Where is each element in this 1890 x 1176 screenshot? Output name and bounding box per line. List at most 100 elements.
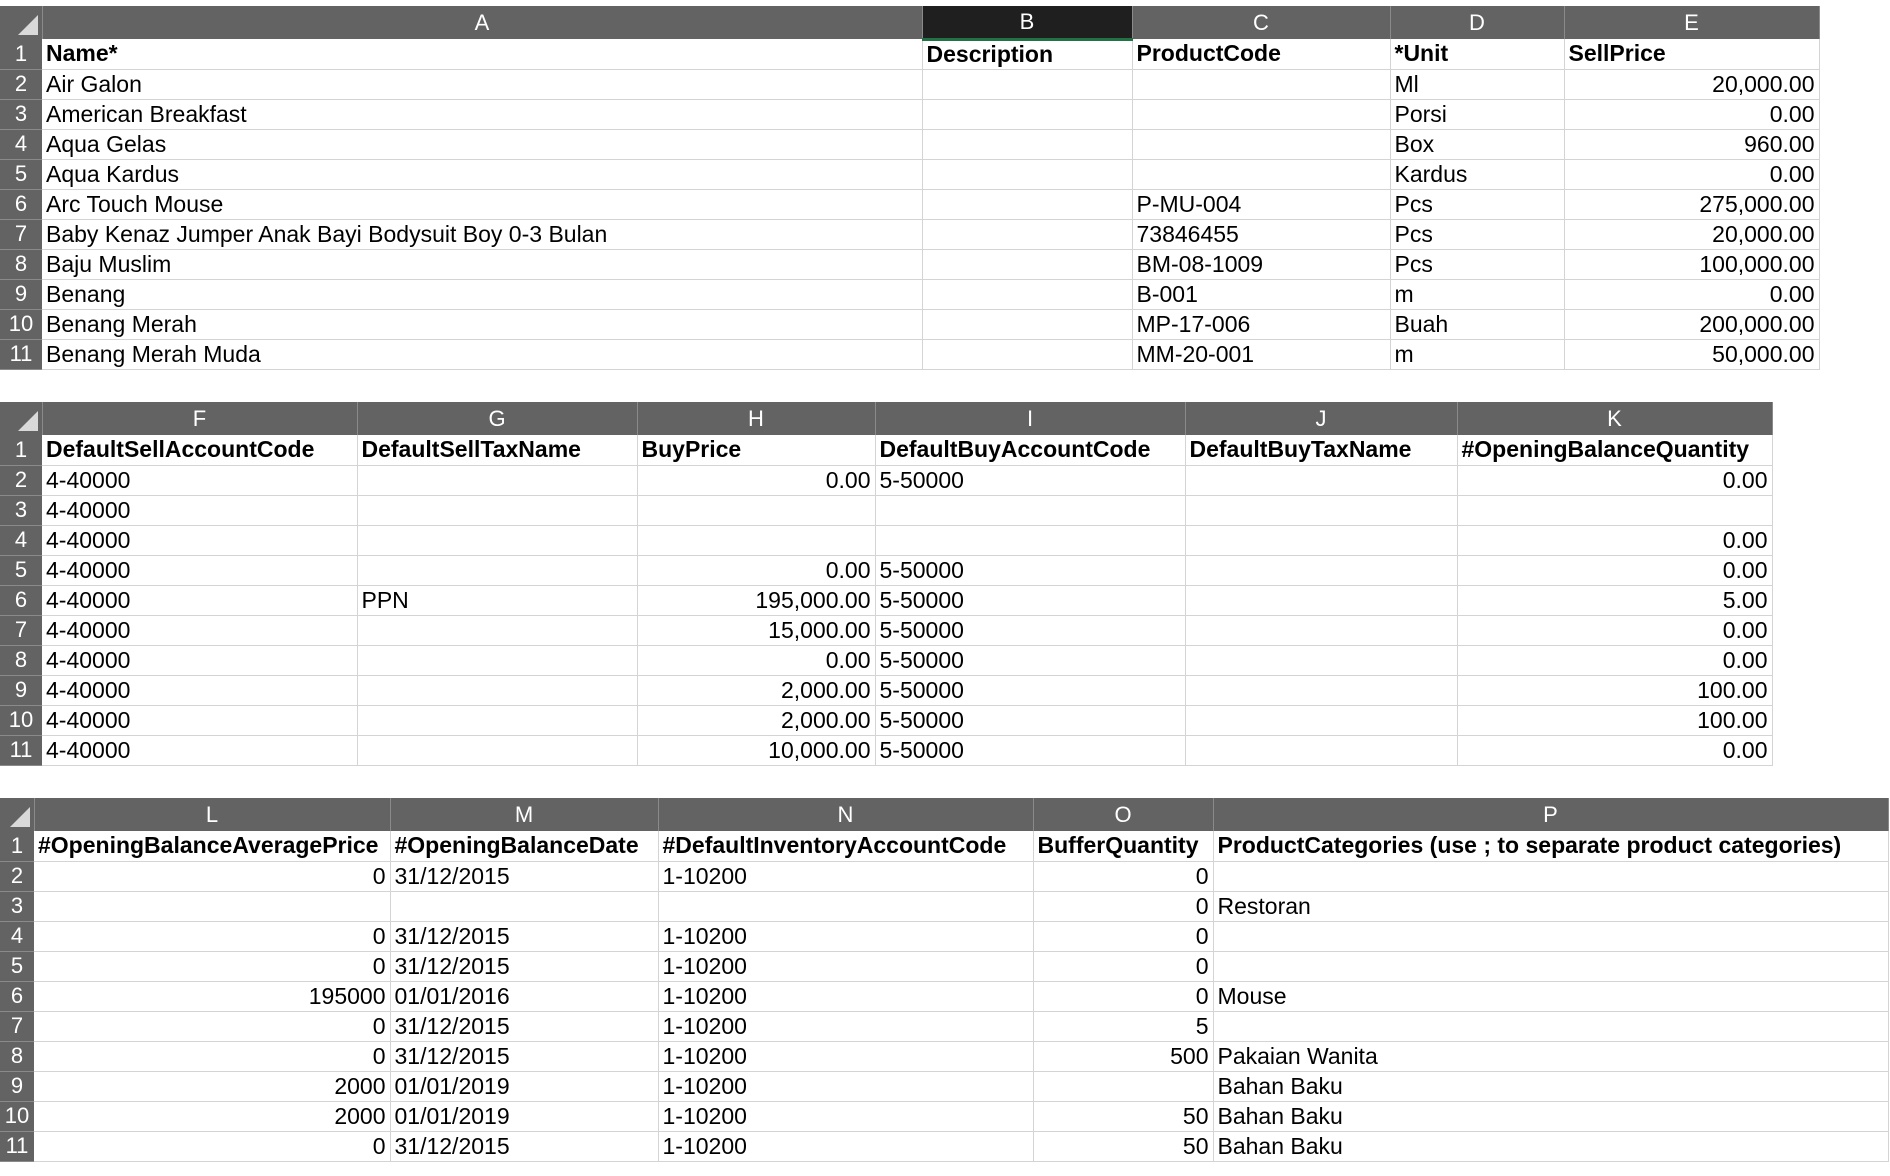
cell-b8[interactable] — [922, 249, 1133, 280]
row-header-4[interactable]: 4 — [0, 525, 42, 556]
row-header-1[interactable]: 1 — [0, 435, 42, 466]
row-header-4[interactable]: 4 — [0, 921, 34, 952]
cell-k8[interactable]: 0.00 — [1457, 645, 1773, 676]
cell-m2[interactable]: 31/12/2015 — [390, 861, 659, 892]
cell-o6[interactable]: 0 — [1033, 981, 1214, 1012]
cell-b10[interactable] — [922, 309, 1133, 340]
cell-j1[interactable]: DefaultBuyTaxName — [1185, 435, 1458, 466]
cell-n6[interactable]: 1-10200 — [658, 981, 1034, 1012]
cell-c4[interactable] — [1132, 129, 1391, 160]
cell-l5[interactable]: 0 — [34, 951, 391, 982]
cell-d9[interactable]: m — [1390, 279, 1565, 310]
cell-k6[interactable]: 5.00 — [1457, 585, 1773, 616]
cell-h9[interactable]: 2,000.00 — [637, 675, 876, 706]
column-header-g[interactable]: G — [357, 402, 638, 435]
cell-j10[interactable] — [1185, 705, 1458, 736]
cell-n5[interactable]: 1-10200 — [658, 951, 1034, 982]
column-header-m[interactable]: M — [390, 798, 659, 831]
row-header-9[interactable]: 9 — [0, 675, 42, 706]
cell-j4[interactable] — [1185, 525, 1458, 556]
row-header-4[interactable]: 4 — [0, 129, 42, 160]
cell-k7[interactable]: 0.00 — [1457, 615, 1773, 646]
cell-f10[interactable]: 4-40000 — [42, 705, 358, 736]
cell-g3[interactable] — [357, 495, 638, 526]
cell-k9[interactable]: 100.00 — [1457, 675, 1773, 706]
cell-f6[interactable]: 4-40000 — [42, 585, 358, 616]
cell-p4[interactable] — [1213, 921, 1889, 952]
cell-b11[interactable] — [922, 339, 1133, 370]
select-all-corner[interactable] — [0, 6, 43, 39]
cell-c2[interactable] — [1132, 69, 1391, 100]
cell-e11[interactable]: 50,000.00 — [1564, 339, 1820, 370]
cell-b4[interactable] — [922, 129, 1133, 160]
cell-d6[interactable]: Pcs — [1390, 189, 1565, 220]
row-header-9[interactable]: 9 — [0, 1071, 34, 1102]
cell-h6[interactable]: 195,000.00 — [637, 585, 876, 616]
cell-b9[interactable] — [922, 279, 1133, 310]
cell-o11[interactable]: 50 — [1033, 1131, 1214, 1162]
cell-m3[interactable] — [390, 891, 659, 922]
cell-d7[interactable]: Pcs — [1390, 219, 1565, 250]
cell-e2[interactable]: 20,000.00 — [1564, 69, 1820, 100]
cell-p1[interactable]: ProductCategories (use ; to separate pro… — [1213, 831, 1889, 862]
cell-o10[interactable]: 50 — [1033, 1101, 1214, 1132]
cell-b5[interactable] — [922, 159, 1133, 190]
cell-p8[interactable]: Pakaian Wanita — [1213, 1041, 1889, 1072]
cell-h10[interactable]: 2,000.00 — [637, 705, 876, 736]
cell-k4[interactable]: 0.00 — [1457, 525, 1773, 556]
cell-a10[interactable]: Benang Merah — [42, 309, 923, 340]
column-header-n[interactable]: N — [658, 798, 1034, 831]
column-header-e[interactable]: E — [1564, 6, 1820, 39]
cell-g8[interactable] — [357, 645, 638, 676]
cell-b6[interactable] — [922, 189, 1133, 220]
cell-c8[interactable]: BM-08-1009 — [1132, 249, 1391, 280]
column-header-h[interactable]: H — [637, 402, 876, 435]
cell-e5[interactable]: 0.00 — [1564, 159, 1820, 190]
cell-i4[interactable] — [875, 525, 1186, 556]
cell-b1[interactable]: Description — [922, 39, 1133, 70]
column-header-i[interactable]: I — [875, 402, 1186, 435]
cell-c6[interactable]: P-MU-004 — [1132, 189, 1391, 220]
cell-n9[interactable]: 1-10200 — [658, 1071, 1034, 1102]
cell-f7[interactable]: 4-40000 — [42, 615, 358, 646]
row-header-3[interactable]: 3 — [0, 99, 42, 130]
cell-g5[interactable] — [357, 555, 638, 586]
cell-g11[interactable] — [357, 735, 638, 766]
column-header-d[interactable]: D — [1390, 6, 1565, 39]
cell-j2[interactable] — [1185, 465, 1458, 496]
row-header-5[interactable]: 5 — [0, 555, 42, 586]
cell-b2[interactable] — [922, 69, 1133, 100]
cell-d8[interactable]: Pcs — [1390, 249, 1565, 280]
cell-h7[interactable]: 15,000.00 — [637, 615, 876, 646]
cell-p2[interactable] — [1213, 861, 1889, 892]
cell-i5[interactable]: 5-50000 — [875, 555, 1186, 586]
cell-k2[interactable]: 0.00 — [1457, 465, 1773, 496]
cell-o8[interactable]: 500 — [1033, 1041, 1214, 1072]
cell-d1[interactable]: *Unit — [1390, 39, 1565, 70]
cell-a4[interactable]: Aqua Gelas — [42, 129, 923, 160]
cell-f1[interactable]: DefaultSellAccountCode — [42, 435, 358, 466]
cell-n3[interactable] — [658, 891, 1034, 922]
column-header-c[interactable]: C — [1132, 6, 1391, 39]
cell-l8[interactable]: 0 — [34, 1041, 391, 1072]
select-all-corner[interactable] — [0, 402, 43, 435]
cell-h3[interactable] — [637, 495, 876, 526]
column-header-a[interactable]: A — [42, 6, 923, 39]
column-header-k[interactable]: K — [1457, 402, 1773, 435]
cell-e6[interactable]: 275,000.00 — [1564, 189, 1820, 220]
cell-a8[interactable]: Baju Muslim — [42, 249, 923, 280]
cell-o2[interactable]: 0 — [1033, 861, 1214, 892]
cell-j7[interactable] — [1185, 615, 1458, 646]
row-header-8[interactable]: 8 — [0, 249, 42, 280]
cell-l6[interactable]: 195000 — [34, 981, 391, 1012]
cell-i11[interactable]: 5-50000 — [875, 735, 1186, 766]
cell-l1[interactable]: #OpeningBalanceAveragePrice — [34, 831, 391, 862]
cell-n7[interactable]: 1-10200 — [658, 1011, 1034, 1042]
row-header-1[interactable]: 1 — [0, 39, 42, 70]
cell-h11[interactable]: 10,000.00 — [637, 735, 876, 766]
cell-m1[interactable]: #OpeningBalanceDate — [390, 831, 659, 862]
row-header-10[interactable]: 10 — [0, 309, 42, 340]
cell-j8[interactable] — [1185, 645, 1458, 676]
cell-n2[interactable]: 1-10200 — [658, 861, 1034, 892]
cell-o5[interactable]: 0 — [1033, 951, 1214, 982]
